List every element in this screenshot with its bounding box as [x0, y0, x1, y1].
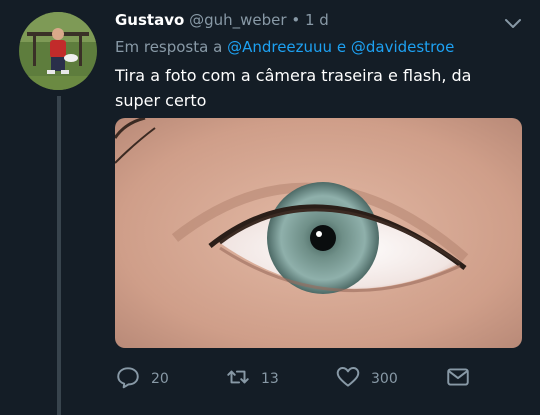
- thread-line: [57, 96, 61, 415]
- tweet-text: Tira a foto com a câmera traseira e flas…: [115, 66, 472, 110]
- reply-count: 20: [151, 371, 169, 387]
- retweet-count: 13: [261, 371, 279, 387]
- timestamp[interactable]: 1 d: [305, 11, 329, 29]
- avatar[interactable]: [19, 12, 97, 90]
- reply-context: Em resposta a @Andreezuuu e @davidestroe: [115, 38, 454, 56]
- like-count: 300: [371, 371, 398, 387]
- retweet-icon: [225, 364, 251, 394]
- tweet-container[interactable]: Gustavo @guh_weber • 1 d Em resposta a @…: [0, 0, 540, 415]
- tweet-media-image[interactable]: [115, 118, 522, 348]
- like-button[interactable]: 300: [335, 364, 398, 394]
- reply-joiner: e: [336, 38, 347, 56]
- direct-message-button[interactable]: [445, 364, 471, 394]
- retweet-button[interactable]: 13: [225, 364, 279, 394]
- separator-dot: •: [291, 11, 301, 29]
- mention-link[interactable]: @davidestroe: [351, 38, 454, 56]
- reply-icon: [115, 364, 141, 394]
- author-handle[interactable]: @guh_weber: [189, 11, 286, 29]
- tweet-actions: 20 13 300: [115, 364, 535, 394]
- author-name[interactable]: Gustavo: [115, 11, 184, 29]
- chevron-down-icon[interactable]: [503, 14, 523, 34]
- mail-icon: [445, 364, 471, 394]
- mention-link[interactable]: @Andreezuuu: [227, 38, 332, 56]
- heart-icon: [335, 364, 361, 394]
- reply-prefix: Em resposta a: [115, 38, 223, 56]
- tweet-header: Gustavo @guh_weber • 1 d: [115, 11, 329, 29]
- reply-button[interactable]: 20: [115, 364, 169, 394]
